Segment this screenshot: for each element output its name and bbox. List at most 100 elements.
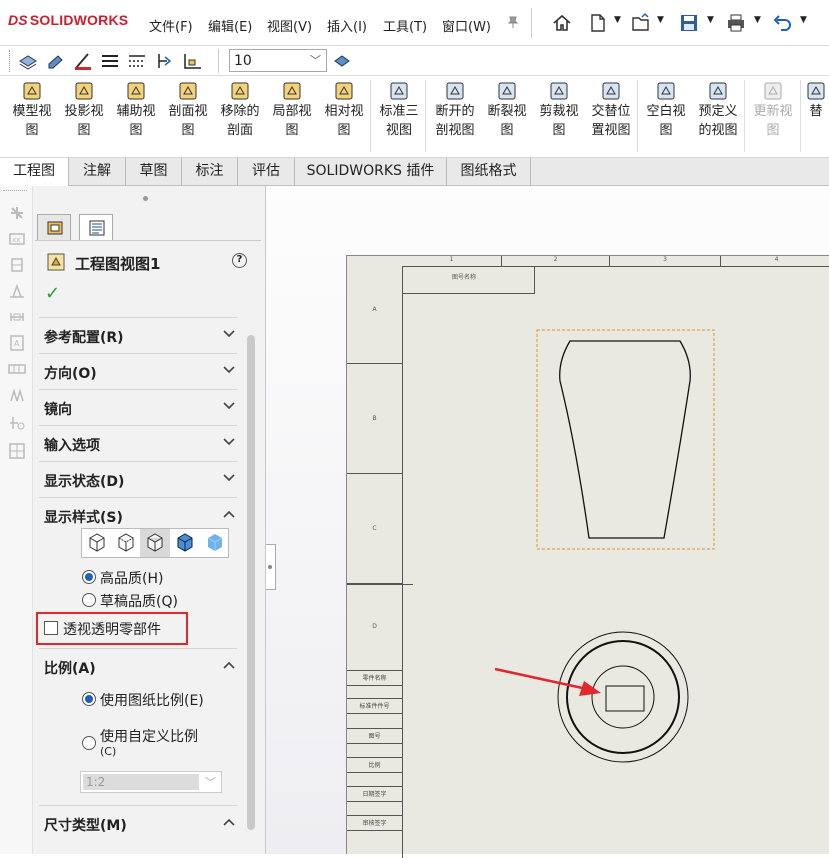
help-icon[interactable]: ? bbox=[232, 253, 247, 268]
hide-show-edges-icon[interactable] bbox=[127, 52, 147, 70]
section-display-style[interactable]: 显示样式(S) bbox=[39, 497, 237, 527]
panel-handle[interactable] bbox=[143, 196, 148, 201]
balloon-icon[interactable]: xx bbox=[8, 230, 26, 248]
tab-annotation[interactable]: 注解 bbox=[69, 158, 126, 186]
transparent-parts-checkbox[interactable] bbox=[44, 621, 58, 635]
chevron-down-icon[interactable]: ▼ bbox=[754, 15, 761, 25]
tab-evaluate[interactable]: 评估 bbox=[238, 158, 295, 186]
chevron-down-icon[interactable]: ▼ bbox=[614, 15, 621, 25]
projected-view-icon bbox=[75, 82, 93, 100]
tab-drawing[interactable]: 工程图 bbox=[0, 158, 69, 186]
section-scale[interactable]: 比例(A) bbox=[39, 648, 237, 684]
cmd-predefined-view-button[interactable]: 预定义 的视图 bbox=[693, 80, 743, 152]
cmd-section-view-button[interactable]: 剖面视图 bbox=[163, 80, 213, 152]
cmd-broken-out-section-button[interactable]: 断开的 剖视图 bbox=[430, 80, 480, 152]
cmd-break-view-button[interactable]: 断裂视图 bbox=[482, 80, 532, 152]
top-view[interactable] bbox=[557, 631, 689, 763]
cmd-label: 预定义 bbox=[698, 104, 738, 119]
center-mark-icon[interactable] bbox=[8, 414, 26, 432]
undo-icon[interactable] bbox=[771, 12, 793, 34]
font-size-select[interactable]: 10 ﹀ bbox=[229, 49, 327, 72]
new-document-icon[interactable] bbox=[587, 12, 609, 34]
text-style-icon[interactable] bbox=[333, 53, 351, 69]
ordinate-icon[interactable] bbox=[8, 256, 26, 274]
cmd-crop-view-button[interactable]: 剪裁视图 bbox=[534, 80, 584, 152]
line-color-icon[interactable] bbox=[46, 52, 66, 70]
section-dimension-type[interactable]: 尺寸类型(M) bbox=[39, 805, 237, 841]
cmd-label: 标准三 bbox=[379, 104, 419, 119]
shaded-with-edges-icon[interactable] bbox=[170, 529, 200, 557]
cmd-relative-view-button[interactable]: 相对视图 bbox=[319, 80, 369, 152]
cmd-replace-button[interactable]: 替 bbox=[803, 80, 829, 152]
pin-icon[interactable] bbox=[506, 15, 520, 29]
use-sheet-scale-radio[interactable] bbox=[82, 692, 96, 706]
chevron-up-icon bbox=[223, 661, 235, 669]
geometric-tolerance-icon[interactable] bbox=[8, 360, 26, 378]
tab-sheet-format[interactable]: 图纸格式 bbox=[447, 158, 531, 186]
panel-scrollbar[interactable] bbox=[247, 335, 255, 830]
chevron-down-icon[interactable]: ▼ bbox=[800, 15, 807, 25]
panel-collapse-handle[interactable] bbox=[266, 544, 276, 590]
cmd-auxiliary-view-button[interactable]: 辅助视图 bbox=[111, 80, 161, 152]
chevron-down-icon[interactable]: ▼ bbox=[657, 15, 664, 25]
drawing-views bbox=[494, 329, 715, 763]
high-quality-radio[interactable] bbox=[82, 570, 96, 584]
menu-tools[interactable]: 工具(T) bbox=[383, 16, 427, 35]
cmd-removed-section-button[interactable]: 移除的 剖面 bbox=[215, 80, 265, 152]
front-view[interactable] bbox=[536, 329, 715, 550]
menu-insert[interactable]: 插入(I) bbox=[327, 16, 367, 35]
hidden-lines-removed-icon[interactable] bbox=[140, 529, 170, 557]
section-display-state[interactable]: 显示状态(D) bbox=[39, 461, 237, 497]
section-orientation[interactable]: 方向(O) bbox=[39, 353, 237, 389]
wireframe-style-icon[interactable] bbox=[82, 529, 111, 557]
tab-property-manager[interactable] bbox=[79, 214, 113, 241]
toolbar-grip bbox=[9, 50, 11, 72]
line-thickness-icon[interactable] bbox=[73, 51, 93, 71]
open-icon[interactable] bbox=[630, 12, 652, 34]
cmd-label: 图 bbox=[25, 123, 39, 138]
section-import-options[interactable]: 输入选项 bbox=[39, 425, 237, 461]
tab-sketch[interactable]: 草图 bbox=[126, 158, 182, 186]
draft-quality-radio[interactable] bbox=[82, 593, 96, 607]
menu-edit[interactable]: 编辑(E) bbox=[208, 16, 252, 35]
layer-properties-icon[interactable] bbox=[18, 52, 38, 70]
tab-markup[interactable]: 标注 bbox=[182, 158, 238, 186]
print-icon[interactable] bbox=[725, 12, 747, 34]
use-custom-scale-label: 使用自定义比例 bbox=[100, 729, 198, 745]
save-icon[interactable] bbox=[678, 12, 700, 34]
menu-file[interactable]: 文件(F) bbox=[149, 16, 193, 35]
cmd-alternate-position-button[interactable]: 交替位 置视图 bbox=[586, 80, 636, 152]
cmd-projected-view-button[interactable]: 投影视图 bbox=[59, 80, 109, 152]
line-style-icon[interactable] bbox=[100, 52, 120, 70]
surface-finish-icon[interactable] bbox=[8, 282, 26, 300]
hidden-lines-visible-icon[interactable] bbox=[111, 529, 140, 557]
cmd-model-view-button[interactable]: 模型视图 bbox=[5, 80, 59, 152]
menu-view[interactable]: 视图(V) bbox=[267, 16, 312, 35]
datum-icon[interactable] bbox=[8, 308, 26, 326]
use-custom-scale-radio[interactable] bbox=[82, 736, 96, 750]
cmd-detail-view-button[interactable]: 局部视图 bbox=[267, 80, 317, 152]
cmd-empty-view-button[interactable]: 空白视图 bbox=[641, 80, 691, 152]
cmd-standard-3view-button[interactable]: 标准三 视图 bbox=[374, 80, 424, 152]
note-icon[interactable]: A bbox=[8, 334, 26, 352]
tab-addins[interactable]: SOLIDWORKS 插件 bbox=[295, 158, 447, 186]
custom-scale-select[interactable]: 1:2 ﹀ bbox=[80, 771, 222, 793]
layer-icon[interactable] bbox=[182, 51, 204, 71]
chevron-down-icon[interactable]: ▼ bbox=[707, 15, 714, 25]
weld-symbol-icon[interactable] bbox=[8, 386, 26, 404]
chevron-down-icon bbox=[223, 330, 235, 338]
menu-window[interactable]: 窗口(W) bbox=[442, 16, 491, 35]
use-custom-scale-key: (C) bbox=[100, 745, 117, 758]
home-icon[interactable] bbox=[551, 12, 573, 34]
section-reference-config[interactable]: 参考配置(R) bbox=[39, 317, 237, 353]
cmd-update-view-button[interactable]: 更新视图 bbox=[748, 80, 798, 152]
chevron-up-icon bbox=[223, 510, 235, 518]
cmd-label: 图 bbox=[285, 123, 299, 138]
table-icon[interactable] bbox=[8, 442, 26, 460]
shaded-icon[interactable] bbox=[200, 529, 229, 557]
tab-feature-manager[interactable] bbox=[37, 214, 71, 241]
section-mirror[interactable]: 镜向 bbox=[39, 389, 237, 425]
ok-check-icon[interactable]: ✓ bbox=[45, 283, 60, 304]
model-items-icon[interactable] bbox=[8, 204, 26, 222]
color-display-mode-icon[interactable] bbox=[155, 51, 175, 71]
